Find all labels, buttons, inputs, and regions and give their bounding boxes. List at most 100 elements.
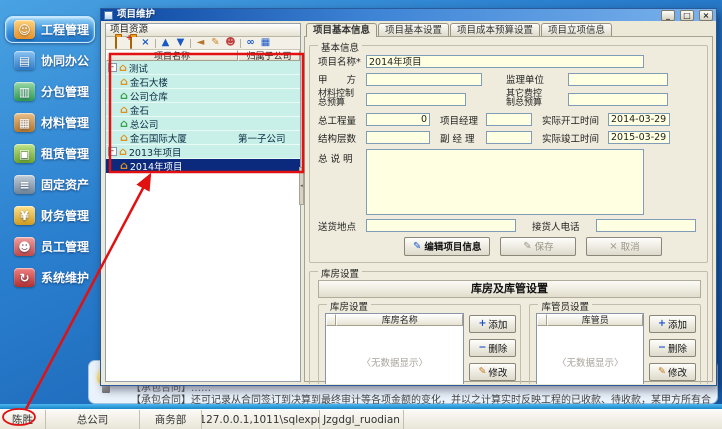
material-budget-input[interactable] <box>366 93 466 106</box>
actual-end-input[interactable] <box>608 131 670 144</box>
material-budget-label: 材料控制总预算 <box>318 90 362 109</box>
tree-item[interactable]: ⌂公司仓库 <box>106 89 300 103</box>
sidebar-item-collab-office[interactable]: ▤ 协同办公 <box>5 47 95 74</box>
warehouse-keeper-subgroup: 库管员设置 库管员 〈无数据显示〉 +添加 −删除 ✎修改 <box>529 304 701 384</box>
assign-icon[interactable]: ◄ <box>194 37 207 49</box>
edit-pencil-icon[interactable]: ✎ <box>209 37 222 49</box>
tree-item[interactable]: ⌂金石大楼 <box>106 75 300 89</box>
close-button[interactable]: × <box>699 10 713 21</box>
minus-icon: − <box>478 342 486 353</box>
detail-tabs: 项目基本信息 项目基本设置 项目成本预算设置 项目立项信息 <box>304 23 713 37</box>
edit-project-info-button[interactable]: ✎ 编辑项目信息 <box>404 237 490 256</box>
warehouse-modify-button[interactable]: ✎修改 <box>469 363 516 381</box>
toolbar-separator <box>155 39 156 48</box>
other-budget-input[interactable] <box>568 93 668 106</box>
report-icon[interactable]: ▦ <box>259 37 272 49</box>
sidebar-item-label: 协同办公 <box>41 52 89 69</box>
sidebar-item-subcontract[interactable]: ▥ 分包管理 <box>5 78 95 105</box>
cancel-icon: × <box>609 241 617 252</box>
house-icon: ⌂ <box>119 147 127 157</box>
tree-expander-icon[interactable] <box>108 147 117 156</box>
party-a-input[interactable] <box>366 73 482 86</box>
add-folder-icon[interactable] <box>124 37 137 49</box>
save-button[interactable]: ✎ 保存 <box>500 237 576 256</box>
tree-item[interactable]: ⌂总公司 <box>106 117 300 131</box>
user-icon[interactable]: ☻ <box>224 37 237 49</box>
sidebar: ☺ 工程管理 ▤ 协同办公 ▥ 分包管理 ▦ 材料管理 ▣ 租赁管理 ≡ 固定资… <box>0 0 100 405</box>
tree-toolbar: × ▲ ▼ ◄ ✎ ☻ ∞ ▦ <box>106 37 300 50</box>
move-up-icon[interactable]: ▲ <box>159 37 172 49</box>
maximize-button[interactable]: □ <box>680 10 694 21</box>
find-icon[interactable]: ∞ <box>244 37 257 49</box>
delivery-place-input[interactable] <box>366 219 516 232</box>
tree-item-selected[interactable]: ⌂2014年项目 <box>106 159 300 173</box>
actual-start-label: 实际开工时间 <box>542 113 604 127</box>
finance-icon: ¥ <box>14 206 35 225</box>
minimize-button[interactable]: _ <box>661 10 675 21</box>
house-icon: ⌂ <box>120 133 128 143</box>
house-icon: ⌂ <box>120 161 128 171</box>
warehouse-table[interactable]: 库房名称 〈无数据显示〉 <box>325 313 464 384</box>
project-detail-panel: 项目基本信息 项目基本设置 项目成本预算设置 项目立项信息 基本信息 项目名称*… <box>304 23 713 382</box>
tree-item[interactable]: ⌂2013年项目 <box>106 145 300 159</box>
column-subsidiary[interactable]: 归属子公司 <box>238 50 300 61</box>
sidebar-item-label: 员工管理 <box>41 238 89 255</box>
column-project-name[interactable]: 项目名称 <box>106 50 238 61</box>
warehouse-banner: 库房及库管设置 <box>318 280 701 298</box>
system-maintenance-icon: ↻ <box>14 268 35 287</box>
keeper-remove-button[interactable]: −删除 <box>649 339 696 357</box>
tree-item[interactable]: ⌂测试 <box>106 61 300 75</box>
sidebar-item-engineering[interactable]: ☺ 工程管理 <box>5 16 95 43</box>
warehouse-add-button[interactable]: +添加 <box>469 315 516 333</box>
open-folder-icon[interactable] <box>109 37 122 49</box>
house-icon: ⌂ <box>119 63 127 73</box>
subgroup-label: 库管员设置 <box>538 299 592 313</box>
warehouse-name-column: 库房名称 <box>336 314 463 326</box>
status-server: 127.0.0.1,1011\sqlexpr <box>202 410 320 429</box>
warehouse-remove-button[interactable]: −删除 <box>469 339 516 357</box>
sidebar-item-materials[interactable]: ▦ 材料管理 <box>5 109 95 136</box>
sidebar-item-staff[interactable]: ☻ 员工管理 <box>5 233 95 260</box>
no-data-message: 〈无数据显示〉 <box>537 326 643 384</box>
tree-item[interactable]: ⌂金石 <box>106 103 300 117</box>
sidebar-item-system[interactable]: ↻ 系统维护 <box>5 264 95 291</box>
warehouse-keeper-table[interactable]: 库管员 〈无数据显示〉 <box>536 313 644 384</box>
structure-floors-input[interactable] <box>366 131 430 144</box>
subgroup-label: 库房设置 <box>327 299 371 313</box>
warehouse-group: 库房设置 库房及库管设置 库房设置 库房名称 〈无数据显示〉 + <box>309 271 708 384</box>
form-actions: ✎ 编辑项目信息 ✎ 保存 × 取消 <box>404 237 701 256</box>
sidebar-item-leasing[interactable]: ▣ 租赁管理 <box>5 140 95 167</box>
delivery-place-label: 送货地点 <box>318 219 362 233</box>
receiver-phone-input[interactable] <box>596 219 696 232</box>
project-manager-input[interactable] <box>486 113 532 126</box>
keeper-add-button[interactable]: +添加 <box>649 315 696 333</box>
dialog-titlebar[interactable]: 项目维护 _ □ × <box>101 9 716 21</box>
warehouse-icon: ⌂ <box>120 119 128 129</box>
tab-project-approval-info[interactable]: 项目立项信息 <box>541 23 612 37</box>
deputy-manager-label: 副 经 理 <box>440 131 482 145</box>
project-name-input[interactable] <box>366 55 644 68</box>
supervisor-label: 监理单位 <box>506 72 564 86</box>
leasing-icon: ▣ <box>14 144 35 163</box>
group-label: 库房设置 <box>318 266 362 280</box>
project-maintenance-dialog: 项目维护 _ □ × 项目资源 × ▲ ▼ ◄ ✎ ☻ ∞ ▦ <box>100 8 717 386</box>
sidebar-item-finance[interactable]: ¥ 财务管理 <box>5 202 95 229</box>
tree-item[interactable]: ⌂金石国际大厦 第一子公司 <box>106 131 300 145</box>
delete-icon[interactable]: × <box>139 37 152 49</box>
keeper-modify-button[interactable]: ✎修改 <box>649 363 696 381</box>
total-quantity-input[interactable] <box>366 113 430 126</box>
basic-info-group: 基本信息 项目名称* 甲 方 监理单位 材料控制总预算 其它费 <box>309 45 708 263</box>
description-textarea[interactable] <box>366 149 644 215</box>
office-icon: ▤ <box>14 51 35 70</box>
tree-expander-icon[interactable] <box>108 63 117 72</box>
tab-basic-info[interactable]: 项目基本信息 <box>306 23 377 37</box>
supervisor-input[interactable] <box>568 73 668 86</box>
deputy-manager-input[interactable] <box>486 131 532 144</box>
save-icon: ✎ <box>523 241 531 252</box>
move-down-icon[interactable]: ▼ <box>174 37 187 49</box>
tab-cost-budget-settings[interactable]: 项目成本预算设置 <box>450 23 540 37</box>
tab-basic-settings[interactable]: 项目基本设置 <box>378 23 449 37</box>
actual-start-input[interactable] <box>608 113 670 126</box>
sidebar-item-fixed-assets[interactable]: ≡ 固定资产 <box>5 171 95 198</box>
cancel-button[interactable]: × 取消 <box>586 237 662 256</box>
